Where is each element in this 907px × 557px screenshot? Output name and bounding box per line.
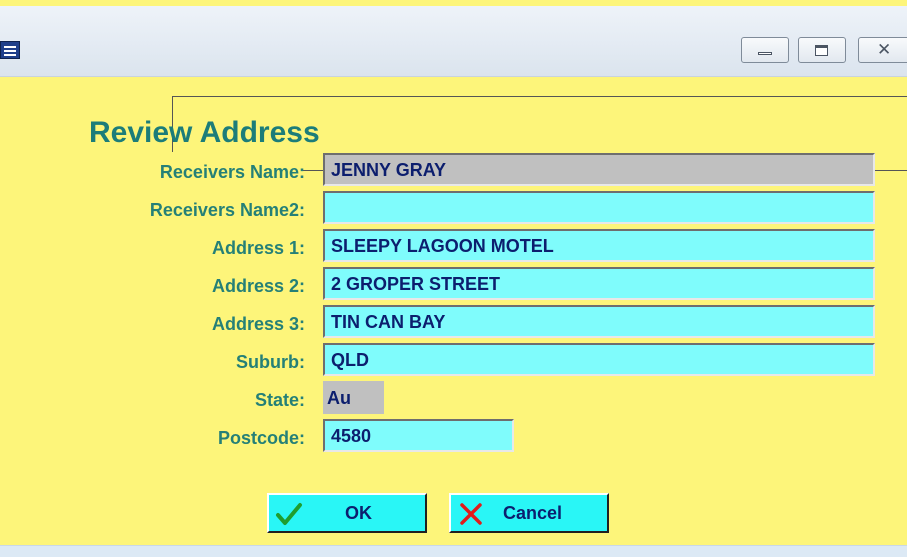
state-label: State:: [254, 390, 305, 410]
postcode-field[interactable]: 4580: [323, 419, 514, 452]
x-icon: [460, 503, 482, 525]
suburb-label: Suburb:: [236, 352, 305, 372]
address-3-label: Address 3:: [211, 314, 305, 334]
cancel-button-label: Cancel: [503, 503, 563, 523]
address-2-label: Address 2:: [211, 276, 305, 296]
address-1-field[interactable]: SLEEPY LAGOON MOTEL: [323, 229, 875, 262]
window-titlebar[interactable]: ✕: [0, 6, 907, 77]
address-3-field[interactable]: TIN CAN BAY: [323, 305, 875, 338]
frame-top-line: [172, 96, 907, 97]
minimize-icon: [758, 52, 772, 55]
address-2-field[interactable]: 2 GROPER STREET: [323, 267, 875, 300]
checkmark-icon: [276, 503, 302, 525]
address-1-label: Address 1:: [211, 238, 305, 258]
receivers-name-label: Receivers Name:: [159, 162, 305, 182]
ok-button-label: OK: [345, 503, 372, 523]
suburb-field[interactable]: QLD: [323, 343, 875, 376]
close-icon: ✕: [877, 40, 892, 60]
ok-button[interactable]: OK: [267, 493, 427, 533]
cancel-button[interactable]: Cancel: [449, 493, 609, 533]
close-button[interactable]: ✕: [858, 37, 907, 63]
receivers-name2-field[interactable]: [323, 191, 875, 224]
receivers-name2-label: Receivers Name2:: [149, 200, 305, 220]
dialog-title: Review Address: [89, 116, 320, 149]
receivers-name-field: JENNY GRAY: [323, 153, 875, 186]
state-field: Au: [323, 381, 384, 414]
maximize-icon: [815, 45, 828, 56]
frame-right-tick: [873, 170, 907, 171]
maximize-button[interactable]: [798, 37, 846, 63]
app-menu-icon[interactable]: [0, 41, 20, 59]
status-bar: [0, 545, 907, 557]
minimize-button[interactable]: [741, 37, 789, 63]
postcode-label: Postcode:: [217, 428, 305, 448]
